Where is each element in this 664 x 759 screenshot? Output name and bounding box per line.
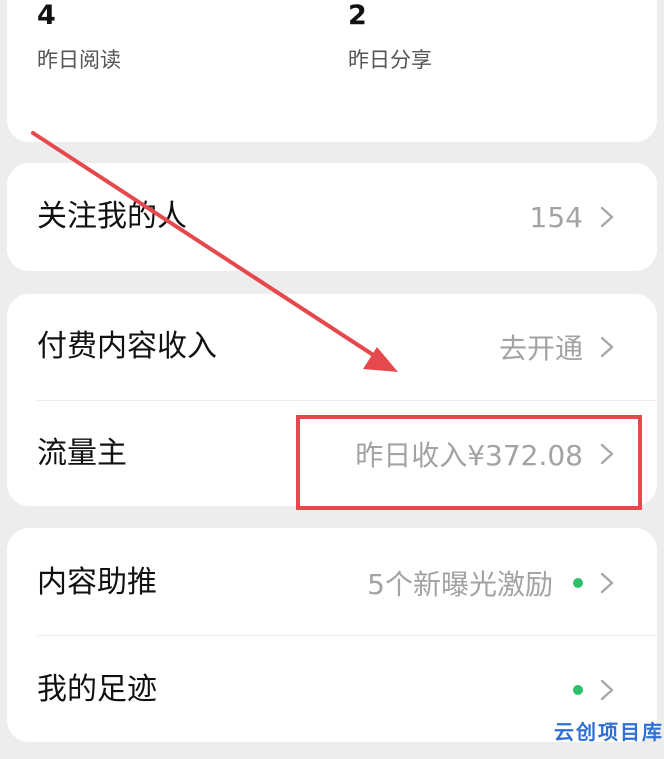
stat-shares-label: 昨日分享 (348, 48, 432, 72)
content-promo-label: 内容助推 (37, 565, 157, 600)
watermark-text: 云创项目库 (554, 720, 664, 744)
income-card: 付费内容收入 去开通 流量主 昨日收入¥372.08 (7, 294, 657, 506)
chevron-right-icon (599, 442, 623, 466)
footprint-label: 我的足迹 (37, 672, 157, 707)
stats-card: 4 昨日阅读 2 昨日分享 (7, 0, 657, 142)
followers-count: 154 (529, 200, 583, 234)
paid-content-row[interactable]: 付费内容收入 去开通 (7, 294, 657, 400)
stat-reads-label: 昨日阅读 (37, 48, 121, 72)
paid-content-label: 付费内容收入 (37, 329, 217, 364)
content-promo-row[interactable]: 内容助推 5个新曝光激励 (7, 530, 657, 636)
promo-card: 内容助推 5个新曝光激励 我的足迹 (7, 528, 657, 742)
chevron-right-icon (599, 205, 623, 229)
paid-content-status: 去开通 (498, 332, 583, 365)
notification-dot (573, 685, 583, 695)
traffic-owner-row[interactable]: 流量主 昨日收入¥372.08 (7, 401, 657, 507)
followers-row[interactable]: 关注我的人 154 (7, 164, 657, 270)
traffic-owner-label: 流量主 (37, 436, 127, 471)
followers-card: 关注我的人 154 (7, 163, 657, 271)
notification-dot (573, 578, 583, 588)
content-promo-status: 5个新曝光激励 (367, 568, 553, 601)
chevron-right-icon (599, 678, 623, 702)
chevron-right-icon (599, 571, 623, 595)
stat-shares-value: 2 (348, 0, 367, 31)
stat-reads-value: 4 (37, 0, 56, 31)
row-divider (37, 635, 657, 636)
followers-label: 关注我的人 (37, 199, 187, 234)
traffic-owner-income: 昨日收入¥372.08 (355, 439, 583, 472)
chevron-right-icon (599, 335, 623, 359)
